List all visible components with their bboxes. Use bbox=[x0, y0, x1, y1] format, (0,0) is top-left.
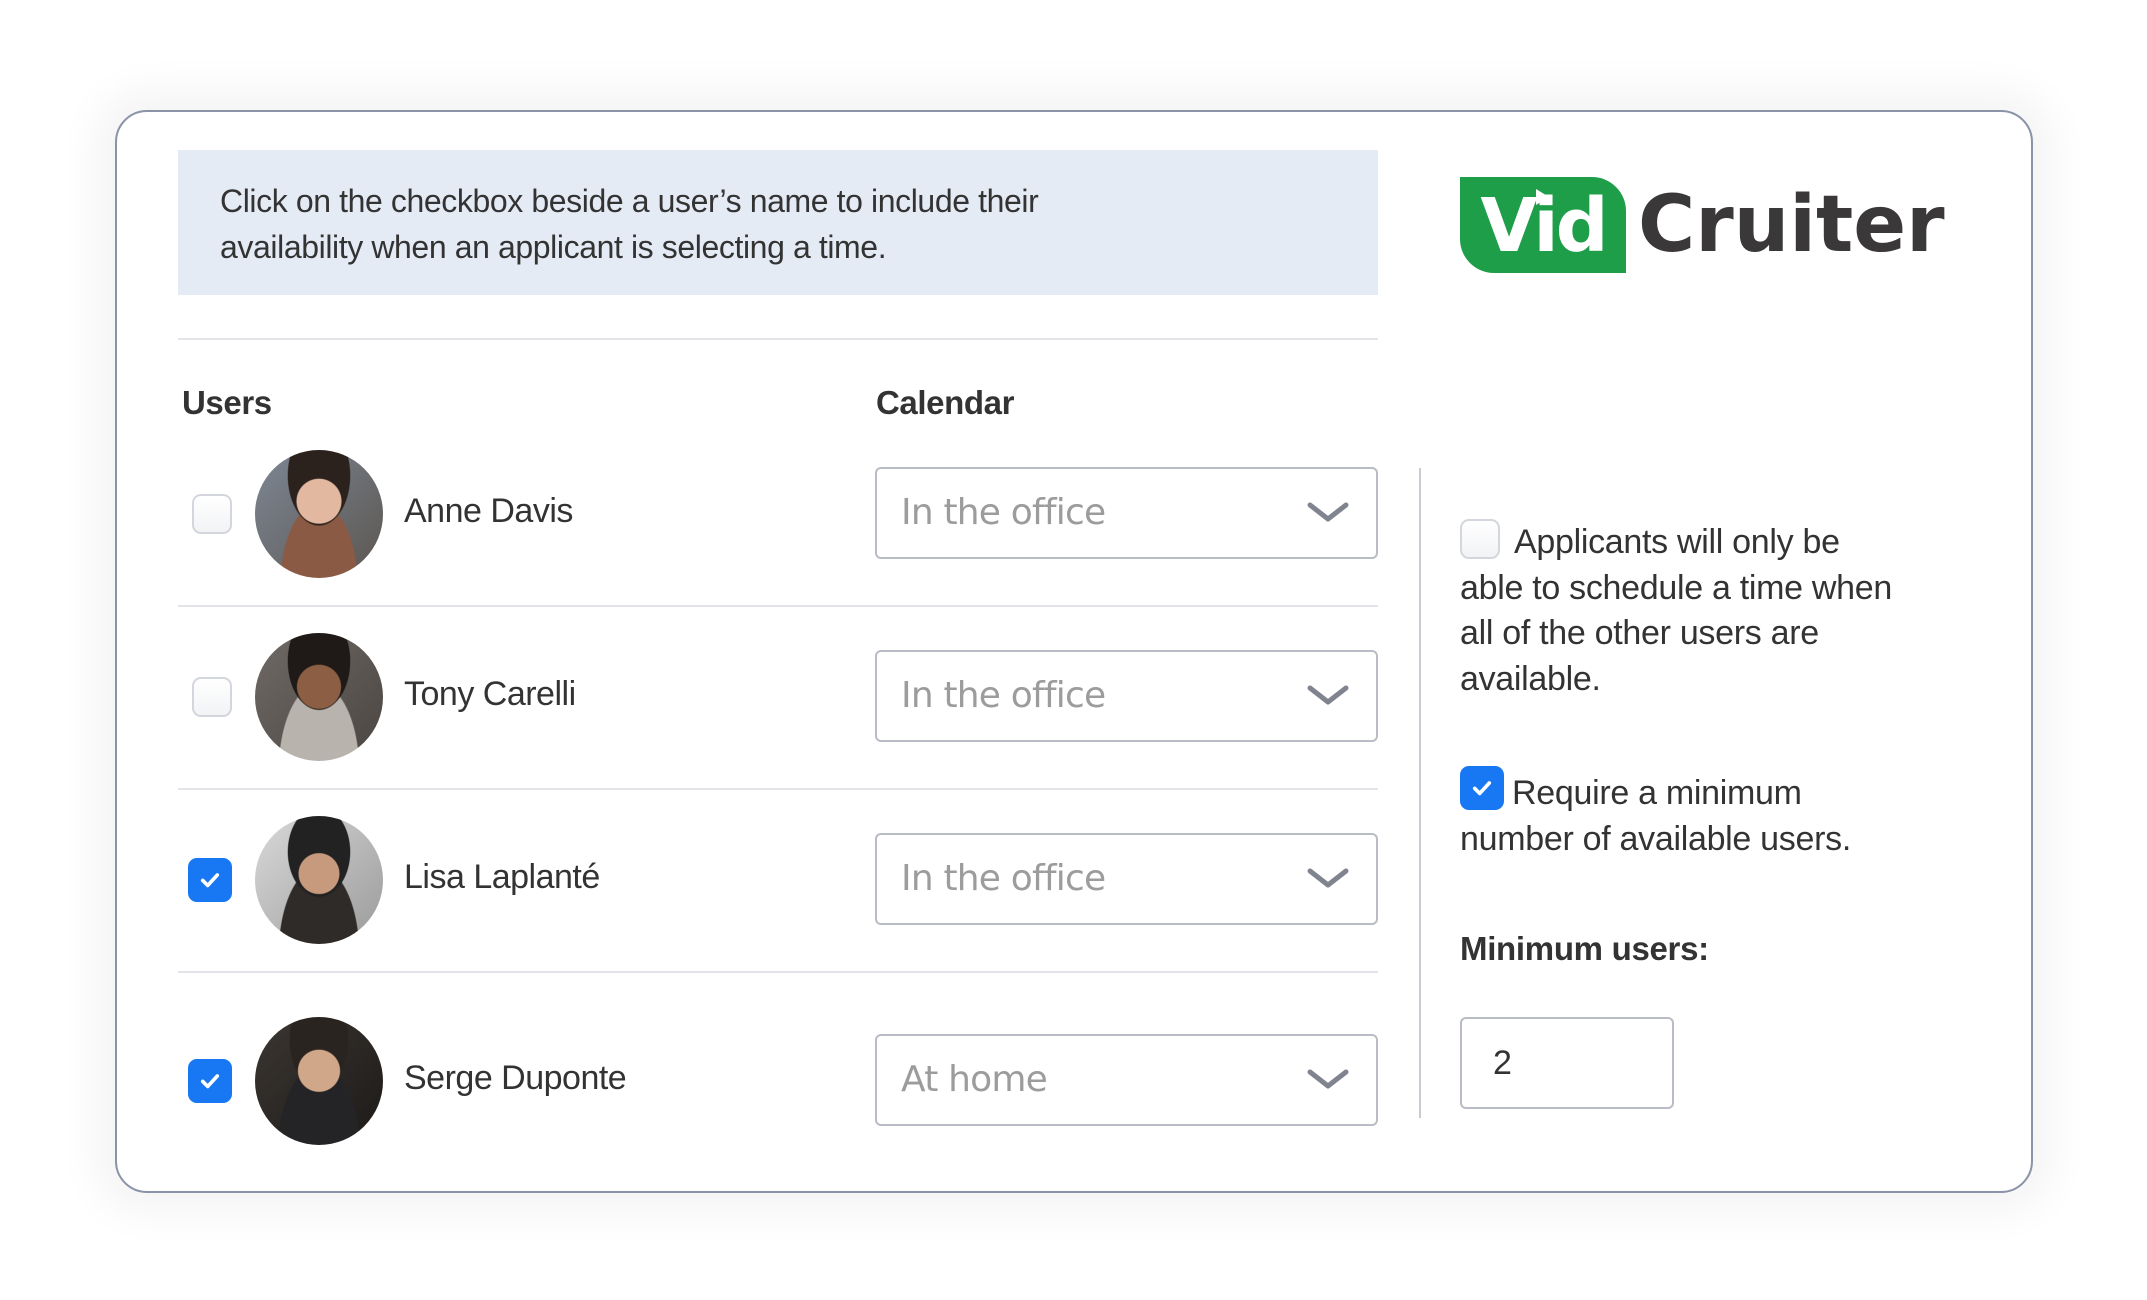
check-icon bbox=[1472, 781, 1492, 796]
user-name: Anne Davis bbox=[404, 492, 573, 530]
instruction-text: Click on the checkbox beside a user’s na… bbox=[220, 178, 1336, 270]
calendar-select-value: In the office bbox=[901, 858, 1106, 899]
avatar-tony-carelli bbox=[255, 633, 383, 761]
option-text-line: Applicants will only be bbox=[1514, 523, 1840, 561]
calendar-select-value: In the office bbox=[901, 492, 1106, 533]
user-name: Tony Carelli bbox=[404, 675, 576, 713]
instruction-banner: Click on the checkbox beside a user’s na… bbox=[178, 150, 1378, 295]
settings-card: Click on the checkbox beside a user’s na… bbox=[115, 110, 2033, 1193]
require-minimum-checkbox[interactable] bbox=[1460, 766, 1504, 810]
vertical-divider bbox=[1419, 468, 1421, 1118]
minimum-users-label: Minimum users: bbox=[1460, 930, 1709, 967]
logo-green-badge: Vid bbox=[1460, 177, 1626, 273]
avatar-serge-duponte bbox=[255, 1017, 383, 1145]
option-text-line: all of the other users are bbox=[1460, 614, 1819, 652]
instruction-line-1: Click on the checkbox beside a user’s na… bbox=[220, 183, 1039, 219]
avatar-lisa-laplante bbox=[255, 816, 383, 944]
instruction-line-2: availability when an applicant is select… bbox=[220, 229, 887, 265]
user-include-checkbox[interactable] bbox=[192, 677, 232, 717]
option-text-line: able to schedule a time when bbox=[1460, 568, 1892, 607]
user-row: Tony Carelli In the office bbox=[178, 607, 1378, 790]
calendar-select-value: At home bbox=[901, 1059, 1048, 1100]
minimum-users-input[interactable]: 2 bbox=[1460, 1017, 1674, 1109]
calendar-select[interactable]: In the office bbox=[875, 650, 1378, 742]
user-include-checkbox[interactable] bbox=[188, 858, 232, 902]
check-icon bbox=[200, 1074, 220, 1089]
user-row: Serge Duponte At home bbox=[178, 973, 1378, 1156]
all-users-available-checkbox[interactable] bbox=[1460, 519, 1500, 559]
user-include-checkbox[interactable] bbox=[188, 1059, 232, 1103]
user-row: Lisa Laplanté In the office bbox=[178, 790, 1378, 973]
user-include-checkbox[interactable] bbox=[192, 494, 232, 534]
calendar-select[interactable]: At home bbox=[875, 1034, 1378, 1126]
calendar-select[interactable]: In the office bbox=[875, 467, 1378, 559]
option-text-line: Require a minimum bbox=[1512, 774, 1802, 812]
user-name: Serge Duponte bbox=[404, 1059, 627, 1097]
logo-cruiter-text: Cruiter bbox=[1638, 180, 1945, 270]
option-all-users-available: Applicants will only be able to schedule… bbox=[1460, 519, 1960, 702]
avatar-anne-davis bbox=[255, 450, 383, 578]
calendar-column-header: Calendar bbox=[876, 384, 1015, 421]
calendar-select[interactable]: In the office bbox=[875, 833, 1378, 925]
chevron-down-icon bbox=[1307, 868, 1349, 888]
chevron-down-icon bbox=[1307, 685, 1349, 705]
users-column-header: Users bbox=[182, 384, 272, 421]
header-divider bbox=[178, 338, 1378, 340]
user-name: Lisa Laplanté bbox=[404, 858, 600, 896]
calendar-select-value: In the office bbox=[901, 675, 1106, 716]
option-text-line: number of available users. bbox=[1460, 819, 1851, 858]
option-require-minimum: Require a minimum number of available us… bbox=[1460, 766, 1960, 862]
chevron-down-icon bbox=[1307, 502, 1349, 522]
check-icon bbox=[200, 873, 220, 888]
chevron-down-icon bbox=[1307, 1069, 1349, 1089]
vidcruiter-logo: Vid Cruiter bbox=[1460, 177, 1945, 273]
play-triangle-icon bbox=[1536, 189, 1549, 205]
option-text-line: available. bbox=[1460, 659, 1601, 698]
user-row: Anne Davis In the office bbox=[178, 424, 1378, 607]
